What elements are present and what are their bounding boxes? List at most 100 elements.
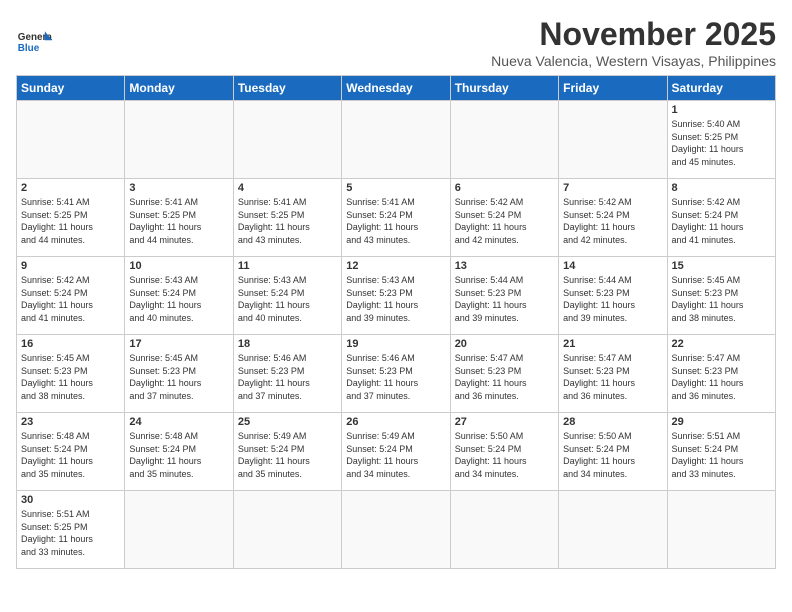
day-number: 28	[563, 416, 662, 428]
column-header-thursday: Thursday	[450, 76, 558, 101]
calendar-cell: 25 Sunrise: 5:49 AM Sunset: 5:24 PM Dayli…	[233, 413, 341, 491]
day-info: Sunrise: 5:45 AM Sunset: 5:23 PM Dayligh…	[21, 352, 120, 402]
day-number: 19	[346, 338, 445, 350]
calendar-cell: 27 Sunrise: 5:50 AM Sunset: 5:24 PM Dayli…	[450, 413, 558, 491]
calendar-cell: 20 Sunrise: 5:47 AM Sunset: 5:23 PM Dayli…	[450, 335, 558, 413]
day-info: Sunrise: 5:49 AM Sunset: 5:24 PM Dayligh…	[238, 430, 337, 480]
day-number: 26	[346, 416, 445, 428]
day-number: 27	[455, 416, 554, 428]
calendar-cell	[559, 101, 667, 179]
day-info: Sunrise: 5:41 AM Sunset: 5:25 PM Dayligh…	[238, 196, 337, 246]
day-number: 15	[672, 260, 771, 272]
day-number: 6	[455, 182, 554, 194]
calendar-cell: 1 Sunrise: 5:40 AM Sunset: 5:25 PM Daylig…	[667, 101, 775, 179]
calendar-cell: 12 Sunrise: 5:43 AM Sunset: 5:23 PM Dayli…	[342, 257, 450, 335]
column-header-wednesday: Wednesday	[342, 76, 450, 101]
day-number: 7	[563, 182, 662, 194]
day-number: 29	[672, 416, 771, 428]
day-number: 25	[238, 416, 337, 428]
calendar-cell: 13 Sunrise: 5:44 AM Sunset: 5:23 PM Dayli…	[450, 257, 558, 335]
column-header-sunday: Sunday	[17, 76, 125, 101]
day-info: Sunrise: 5:44 AM Sunset: 5:23 PM Dayligh…	[455, 274, 554, 324]
calendar-cell	[342, 101, 450, 179]
day-info: Sunrise: 5:50 AM Sunset: 5:24 PM Dayligh…	[563, 430, 662, 480]
day-info: Sunrise: 5:42 AM Sunset: 5:24 PM Dayligh…	[672, 196, 771, 246]
day-info: Sunrise: 5:50 AM Sunset: 5:24 PM Dayligh…	[455, 430, 554, 480]
calendar-cell	[450, 491, 558, 569]
day-info: Sunrise: 5:41 AM Sunset: 5:25 PM Dayligh…	[129, 196, 228, 246]
title-area: November 2025 Nueva Valencia, Western Vi…	[491, 16, 776, 69]
column-header-saturday: Saturday	[667, 76, 775, 101]
calendar-cell: 23 Sunrise: 5:48 AM Sunset: 5:24 PM Dayli…	[17, 413, 125, 491]
calendar-cell: 29Sunrise: 5:51 AM Sunset: 5:24 PM Dayli…	[667, 413, 775, 491]
column-header-tuesday: Tuesday	[233, 76, 341, 101]
day-number: 10	[129, 260, 228, 272]
calendar-cell: 14 Sunrise: 5:44 AM Sunset: 5:23 PM Dayli…	[559, 257, 667, 335]
calendar-cell	[125, 491, 233, 569]
calendar-week-row: 2Sunrise: 5:41 AM Sunset: 5:25 PM Daylig…	[17, 179, 776, 257]
day-info: Sunrise: 5:41 AM Sunset: 5:24 PM Dayligh…	[346, 196, 445, 246]
calendar-week-row: 30Sunrise: 5:51 AM Sunset: 5:25 PM Dayli…	[17, 491, 776, 569]
day-number: 1	[672, 104, 771, 116]
day-info: Sunrise: 5:43 AM Sunset: 5:24 PM Dayligh…	[129, 274, 228, 324]
day-number: 21	[563, 338, 662, 350]
day-info: Sunrise: 5:42 AM Sunset: 5:24 PM Dayligh…	[21, 274, 120, 324]
calendar-cell: 24Sunrise: 5:48 AM Sunset: 5:24 PM Dayli…	[125, 413, 233, 491]
calendar-cell: 28 Sunrise: 5:50 AM Sunset: 5:24 PM Dayli…	[559, 413, 667, 491]
svg-text:Blue: Blue	[18, 43, 40, 54]
calendar-cell: 6 Sunrise: 5:42 AM Sunset: 5:24 PM Daylig…	[450, 179, 558, 257]
day-number: 18	[238, 338, 337, 350]
calendar-cell: 5Sunrise: 5:41 AM Sunset: 5:24 PM Daylig…	[342, 179, 450, 257]
day-number: 13	[455, 260, 554, 272]
day-number: 8	[672, 182, 771, 194]
day-info: Sunrise: 5:43 AM Sunset: 5:23 PM Dayligh…	[346, 274, 445, 324]
calendar-cell	[559, 491, 667, 569]
day-info: Sunrise: 5:40 AM Sunset: 5:25 PM Dayligh…	[672, 118, 771, 168]
day-info: Sunrise: 5:46 AM Sunset: 5:23 PM Dayligh…	[346, 352, 445, 402]
day-number: 16	[21, 338, 120, 350]
calendar-cell	[342, 491, 450, 569]
calendar-cell: 9 Sunrise: 5:42 AM Sunset: 5:24 PM Daylig…	[17, 257, 125, 335]
day-info: Sunrise: 5:44 AM Sunset: 5:23 PM Dayligh…	[563, 274, 662, 324]
month-title: November 2025	[491, 16, 776, 53]
day-number: 12	[346, 260, 445, 272]
calendar-cell: 10 Sunrise: 5:43 AM Sunset: 5:24 PM Dayli…	[125, 257, 233, 335]
calendar-cell: 21Sunrise: 5:47 AM Sunset: 5:23 PM Dayli…	[559, 335, 667, 413]
calendar-cell: 11 Sunrise: 5:43 AM Sunset: 5:24 PM Dayli…	[233, 257, 341, 335]
calendar-cell: 8 Sunrise: 5:42 AM Sunset: 5:24 PM Daylig…	[667, 179, 775, 257]
calendar-week-row: 23 Sunrise: 5:48 AM Sunset: 5:24 PM Dayli…	[17, 413, 776, 491]
calendar-cell: 18 Sunrise: 5:46 AM Sunset: 5:23 PM Dayli…	[233, 335, 341, 413]
calendar-cell: 7Sunrise: 5:42 AM Sunset: 5:24 PM Daylig…	[559, 179, 667, 257]
calendar-cell: 19 Sunrise: 5:46 AM Sunset: 5:23 PM Dayli…	[342, 335, 450, 413]
day-info: Sunrise: 5:49 AM Sunset: 5:24 PM Dayligh…	[346, 430, 445, 480]
column-header-friday: Friday	[559, 76, 667, 101]
day-info: Sunrise: 5:47 AM Sunset: 5:23 PM Dayligh…	[455, 352, 554, 402]
day-number: 4	[238, 182, 337, 194]
day-info: Sunrise: 5:42 AM Sunset: 5:24 PM Dayligh…	[455, 196, 554, 246]
day-number: 20	[455, 338, 554, 350]
day-number: 11	[238, 260, 337, 272]
calendar-cell: 16 Sunrise: 5:45 AM Sunset: 5:23 PM Dayli…	[17, 335, 125, 413]
calendar-cell: 2Sunrise: 5:41 AM Sunset: 5:25 PM Daylig…	[17, 179, 125, 257]
calendar-cell: 26 Sunrise: 5:49 AM Sunset: 5:24 PM Dayli…	[342, 413, 450, 491]
day-info: Sunrise: 5:48 AM Sunset: 5:24 PM Dayligh…	[21, 430, 120, 480]
subtitle: Nueva Valencia, Western Visayas, Philipp…	[491, 53, 776, 69]
day-number: 30	[21, 494, 120, 506]
calendar-cell: 4 Sunrise: 5:41 AM Sunset: 5:25 PM Daylig…	[233, 179, 341, 257]
header: General Blue November 2025 Nueva Valenci…	[16, 16, 776, 69]
day-number: 22	[672, 338, 771, 350]
calendar-table: SundayMondayTuesdayWednesdayThursdayFrid…	[16, 75, 776, 569]
calendar-cell	[450, 101, 558, 179]
calendar-cell: 15Sunrise: 5:45 AM Sunset: 5:23 PM Dayli…	[667, 257, 775, 335]
calendar-cell: 22Sunrise: 5:47 AM Sunset: 5:23 PM Dayli…	[667, 335, 775, 413]
calendar-cell: 17Sunrise: 5:45 AM Sunset: 5:23 PM Dayli…	[125, 335, 233, 413]
day-number: 23	[21, 416, 120, 428]
day-number: 9	[21, 260, 120, 272]
day-info: Sunrise: 5:46 AM Sunset: 5:23 PM Dayligh…	[238, 352, 337, 402]
calendar-body: 1 Sunrise: 5:40 AM Sunset: 5:25 PM Daylig…	[17, 101, 776, 569]
calendar-week-row: 9 Sunrise: 5:42 AM Sunset: 5:24 PM Daylig…	[17, 257, 776, 335]
calendar-cell	[667, 491, 775, 569]
calendar-week-row: 1 Sunrise: 5:40 AM Sunset: 5:25 PM Daylig…	[17, 101, 776, 179]
day-info: Sunrise: 5:43 AM Sunset: 5:24 PM Dayligh…	[238, 274, 337, 324]
day-number: 14	[563, 260, 662, 272]
